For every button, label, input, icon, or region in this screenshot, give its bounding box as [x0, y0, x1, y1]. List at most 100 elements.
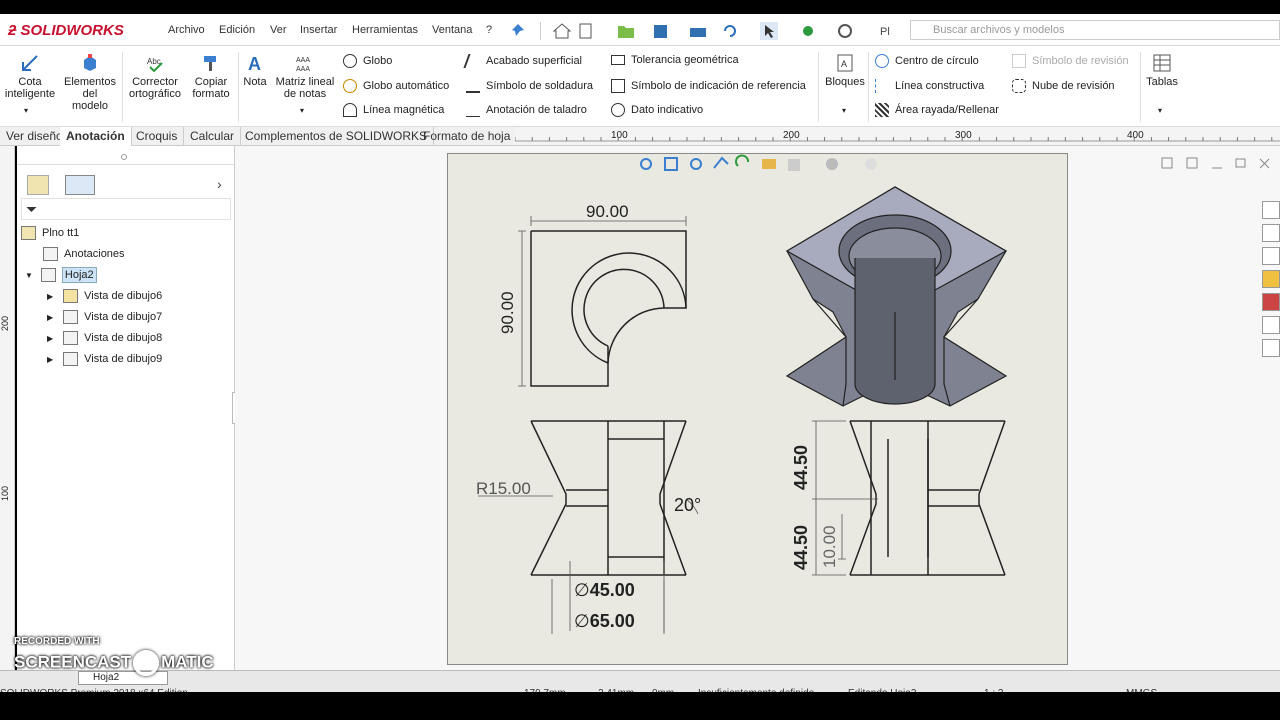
panel-grip-icon[interactable]	[121, 154, 127, 160]
tab-anotacion[interactable]: Anotación	[60, 127, 132, 146]
feature-manager-tab-icon[interactable]	[27, 175, 49, 195]
smart-dimension-button[interactable]: Cota inteligente	[2, 54, 58, 100]
datum-feature-icon	[611, 79, 625, 93]
screencast-watermark: RECORDED WITH SCREENCAST MATIC	[14, 636, 214, 676]
collapse-arrow-icon[interactable]: ▼	[25, 271, 33, 280]
center-mark-icon	[875, 54, 889, 68]
datum-target-label: Dato indicativo	[631, 103, 704, 116]
expand-arrow-icon[interactable]: ▶	[47, 355, 53, 364]
menu-edicion[interactable]: Edición	[219, 24, 255, 36]
home-icon[interactable]	[1262, 201, 1280, 219]
dim-radius[interactable]: R15.00	[476, 479, 531, 499]
revision-cloud-label: Nube de revisión	[1032, 79, 1115, 92]
hatch-fill-button[interactable]: Área rayada/Rellenar	[875, 103, 999, 117]
chevron-right-icon[interactable]: ›	[217, 176, 222, 192]
geometric-tolerance-button[interactable]: Tolerancia geométrica	[611, 54, 739, 66]
note-pattern-dropdown[interactable]: ▾	[300, 106, 304, 115]
heads-up-toolbar[interactable]	[640, 154, 877, 171]
drawing-icon	[21, 226, 36, 240]
tree-sheet[interactable]: ▼ Hoja2	[25, 266, 97, 283]
ruler-ticks	[515, 137, 1280, 142]
menu-ventana[interactable]: Ventana	[432, 24, 472, 36]
tree-view-8[interactable]: ▶ Vista de dibujo8	[47, 331, 162, 345]
dim-diameter-65[interactable]: ∅65.00	[574, 611, 635, 632]
property-manager-tab-icon[interactable]	[65, 175, 95, 195]
file-explorer-icon[interactable]	[1262, 247, 1280, 265]
menu-herramientas[interactable]: Herramientas	[352, 24, 418, 36]
hole-callout-button[interactable]: Anotación de taladro	[466, 103, 587, 117]
surface-finish-button[interactable]: Acabado superficial	[463, 54, 582, 68]
tree-root[interactable]: Plno tt1	[21, 226, 79, 240]
appearances-icon[interactable]	[1262, 293, 1280, 311]
linear-note-pattern-button[interactable]: AAA AAA Matriz lineal de notas	[272, 54, 338, 100]
magnetic-line-label: Línea magnética	[363, 103, 445, 116]
drawing-sheet[interactable]: 90.00 90.00 R15.00 20° ∅45.00 ∅65.00 44.…	[447, 153, 1068, 665]
tree-view-6[interactable]: ▶ Vista de dibujo6	[47, 289, 162, 303]
datum-feature-button[interactable]: Símbolo de indicación de referencia	[611, 79, 806, 93]
tables-button[interactable]: Tablas	[1144, 54, 1180, 88]
revision-cloud-button[interactable]: Nube de revisión	[1012, 79, 1115, 93]
new-document-icon	[579, 23, 592, 39]
expand-arrow-icon[interactable]: ▶	[47, 334, 53, 343]
center-mark-button[interactable]: Centro de círculo	[875, 54, 979, 68]
tree-view-9[interactable]: ▶ Vista de dibujo9	[47, 352, 162, 366]
revision-symbol-button[interactable]: Símbolo de revisión	[1012, 54, 1129, 68]
centerline-icon	[875, 79, 889, 93]
app-logo[interactable]: ƻ SOLIDWORKS	[8, 22, 124, 39]
menu-archivo[interactable]: Archivo	[168, 24, 205, 36]
tables-dropdown[interactable]: ▾	[1158, 106, 1162, 115]
magnetic-line-button[interactable]: Línea magnética	[343, 103, 444, 117]
datum-target-button[interactable]: Dato indicativo	[611, 103, 703, 117]
revision-symbol-label: Símbolo de revisión	[1032, 54, 1129, 67]
menu-help[interactable]: ?	[486, 24, 492, 36]
dim-top-width[interactable]: 90.00	[586, 202, 629, 222]
tile-left-icon	[1161, 157, 1173, 169]
dim-height-small[interactable]: 10.00	[820, 525, 840, 568]
solidworks-forum-icon[interactable]	[1262, 339, 1280, 357]
model-items-label: Elementos del modelo	[64, 76, 116, 112]
dim-height-lower[interactable]: 44.50	[791, 525, 812, 570]
right-view	[849, 420, 1006, 576]
command-tabs: Ver diseño Anotación Croquis Calcular Co…	[0, 126, 518, 146]
expand-arrow-icon[interactable]: ▶	[47, 292, 53, 301]
auto-balloon-button[interactable]: Globo automático	[343, 79, 449, 93]
custom-properties-icon[interactable]	[1262, 316, 1280, 334]
menu-insertar[interactable]: Insertar	[300, 24, 337, 36]
filter-icon: ⏷	[26, 201, 38, 217]
tree-view-7[interactable]: ▶ Vista de dibujo7	[47, 310, 162, 324]
view-window-controls[interactable]	[1160, 156, 1275, 172]
design-library-icon[interactable]	[1262, 224, 1280, 242]
auto-balloon-label: Globo automático	[363, 79, 450, 92]
note-button[interactable]: A Nota	[240, 54, 270, 88]
blocks-dropdown[interactable]: ▾	[842, 106, 846, 115]
search-input[interactable]: Buscar archivos y modelos	[910, 20, 1280, 40]
view-palette-icon[interactable]	[1262, 270, 1280, 288]
dim-top-height[interactable]: 90.00	[498, 291, 518, 334]
filter-box[interactable]: ⏷	[21, 198, 231, 220]
dim-angle[interactable]: 20°	[674, 495, 701, 516]
tab-complementos[interactable]: Complementos de SOLIDWORKS	[239, 127, 435, 146]
spell-checker-button[interactable]: Abc Corrector ortográfico	[126, 54, 184, 100]
tab-formato-hoja[interactable]: Formato de hoja	[417, 127, 518, 146]
tree-view-label: Vista de dibujo9	[84, 352, 163, 365]
dim-diameter-45[interactable]: ∅45.00	[574, 580, 635, 601]
undo-icon	[724, 25, 736, 37]
model-items-button[interactable]: Elementos del modelo	[60, 54, 120, 112]
pin-icon	[512, 24, 524, 36]
tree-annotations[interactable]: Anotaciones	[43, 247, 125, 261]
centerline-button[interactable]: Línea constructiva	[875, 79, 984, 93]
weld-symbol-button[interactable]: Símbolo de soldadura	[466, 79, 593, 93]
screencast-logo-icon	[133, 650, 160, 676]
quick-access-toolbar[interactable]: Pl...	[510, 22, 890, 40]
format-painter-button[interactable]: Copiar formato	[186, 54, 236, 100]
balloon-button[interactable]: Globo	[343, 54, 392, 68]
tab-calcular[interactable]: Calcular	[184, 127, 242, 146]
dim-height-upper[interactable]: 44.50	[791, 445, 812, 490]
open-icon	[618, 26, 634, 38]
smart-dimension-dropdown[interactable]: ▾	[24, 106, 28, 115]
tab-croquis[interactable]: Croquis	[130, 127, 185, 146]
blocks-label: Bloques	[825, 76, 865, 88]
blocks-button[interactable]: A Bloques	[822, 54, 868, 88]
expand-arrow-icon[interactable]: ▶	[47, 313, 53, 322]
menu-ver[interactable]: Ver	[270, 24, 287, 36]
